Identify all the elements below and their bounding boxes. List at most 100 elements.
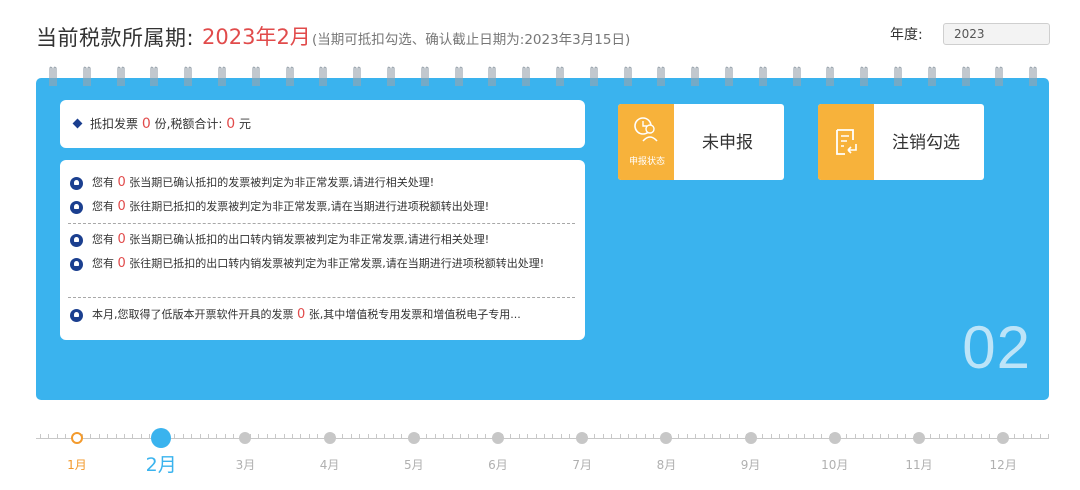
month-label[interactable]: 2月 xyxy=(141,450,181,477)
declaration-status-tile[interactable]: 申报状态 未申报 xyxy=(618,104,784,180)
binder-ring xyxy=(48,64,58,90)
month-dot[interactable] xyxy=(71,432,83,444)
timeline-tick xyxy=(308,434,310,439)
binder-ring xyxy=(521,64,531,90)
timeline-tick xyxy=(392,434,394,439)
timeline-tick xyxy=(779,434,781,439)
timeline-tick xyxy=(426,434,428,439)
timeline-tick xyxy=(863,434,865,439)
timeline-tick xyxy=(115,434,117,439)
month-label[interactable]: 5月 xyxy=(394,456,434,473)
month-dot[interactable] xyxy=(660,432,673,444)
timeline-tick xyxy=(359,434,361,439)
month-dot[interactable] xyxy=(323,432,336,444)
timeline-tick xyxy=(40,434,41,439)
binder-ring xyxy=(183,64,193,90)
binder-ring xyxy=(149,64,159,90)
status-icon-caption: 申报状态 xyxy=(628,157,665,167)
bell-icon xyxy=(70,234,83,247)
timeline-tick xyxy=(544,434,545,439)
bell-icon xyxy=(70,177,83,190)
timeline-tick xyxy=(434,434,436,439)
notice-item[interactable]: 您有 0 张当期已确认抵扣的出口转内销发票被判定为非正常发票,请进行相关处理! xyxy=(68,233,573,247)
month-label[interactable]: 6月 xyxy=(478,456,518,473)
month-dot[interactable] xyxy=(828,432,841,444)
timeline-tick xyxy=(955,434,957,439)
notice-item[interactable]: 您有 0 张往期已抵扣的出口转内销发票被判定为非正常发票,请在当期进行进项税额转… xyxy=(68,257,573,271)
timeline-tick xyxy=(720,434,722,439)
month-label[interactable]: 10月 xyxy=(815,456,855,473)
diamond-icon xyxy=(72,118,83,129)
timeline-tick xyxy=(460,434,461,439)
month-label[interactable]: 3月 xyxy=(225,456,265,473)
timeline-tick xyxy=(485,434,487,439)
timeline-tick xyxy=(569,434,571,439)
binder-ring xyxy=(724,64,734,90)
binder-ring xyxy=(994,64,1004,90)
timeline-tick xyxy=(762,434,764,439)
divider xyxy=(68,223,575,224)
notice-item[interactable]: 本月,您取得了低版本开票软件开具的发票 0 张,其中增值税专用发票和增值税电子专… xyxy=(68,308,573,322)
timeline-tick xyxy=(468,434,470,439)
timeline-tick xyxy=(796,434,797,439)
timeline-tick xyxy=(300,434,302,439)
timeline-tick xyxy=(938,434,940,439)
timeline-tick xyxy=(140,434,142,439)
timeline-tick xyxy=(980,434,982,439)
binder-ring xyxy=(859,64,869,90)
month-label[interactable]: 12月 xyxy=(983,456,1023,473)
period-label: 当前税款所属期: xyxy=(36,26,195,50)
notice-item[interactable]: 您有 0 张往期已抵扣的发票被判定为非正常发票,请在当期进行进项税额转出处理! xyxy=(68,200,573,214)
timeline-tick xyxy=(317,434,319,439)
calendar-panel: 抵扣发票 0 份,税额合计: 0 元 您有 0 张当期已确认抵扣的发票被判定为非… xyxy=(36,78,1049,400)
notice-item[interactable]: 您有 0 张当期已确认抵扣的发票被判定为非正常发票,请进行相关处理! xyxy=(68,176,573,190)
month-label[interactable]: 1月 xyxy=(57,456,97,473)
month-label[interactable]: 7月 xyxy=(562,456,602,473)
timeline-tick xyxy=(989,434,991,439)
timeline-tick xyxy=(871,434,873,439)
month-dot[interactable] xyxy=(576,432,589,444)
timeline-tick xyxy=(594,434,596,439)
timeline-tick xyxy=(1022,434,1024,439)
timeline-tick xyxy=(1014,434,1016,439)
binder-ring xyxy=(217,64,227,90)
month-label[interactable]: 11月 xyxy=(899,456,939,473)
timeline-tick xyxy=(174,434,176,439)
cancel-selection-tile[interactable]: 注销勾选 xyxy=(818,104,984,180)
timeline-tick xyxy=(636,434,638,439)
timeline-tick xyxy=(695,434,697,439)
month-label[interactable]: 9月 xyxy=(731,456,771,473)
timeline-tick xyxy=(821,434,823,439)
cancel-selection-label: 注销勾选 xyxy=(892,133,960,153)
binder-ring xyxy=(318,64,328,90)
month-label[interactable]: 4月 xyxy=(310,456,350,473)
deadline-note: (当期可抵扣勾选、确认截止日期为:2023年3月15日) xyxy=(312,32,631,48)
month-dot[interactable] xyxy=(913,432,925,444)
month-label[interactable]: 8月 xyxy=(646,456,686,473)
month-dot[interactable] xyxy=(407,432,420,444)
bell-icon xyxy=(70,258,83,271)
timeline-tick xyxy=(48,434,50,439)
binder-ring xyxy=(690,64,700,90)
cancel-icon-box xyxy=(818,104,874,180)
bell-icon xyxy=(70,309,83,322)
month-dot[interactable] xyxy=(239,432,252,444)
timeline-tick xyxy=(266,434,268,439)
month-dot[interactable] xyxy=(492,432,504,444)
month-dot[interactable] xyxy=(744,432,757,444)
declaration-status-label: 未申报 xyxy=(702,133,753,153)
header: 当前税款所属期: 2023年2月 (当期可抵扣勾选、确认截止日期为:2023年3… xyxy=(36,20,1050,56)
year-select[interactable]: 2023 xyxy=(943,23,1050,45)
binder-ring xyxy=(420,64,430,90)
timeline-tick xyxy=(367,434,369,439)
current-month-number: 02 xyxy=(962,314,1031,381)
month-dot[interactable] xyxy=(151,428,172,448)
timeline-tick xyxy=(149,434,151,439)
timeline-tick xyxy=(896,434,898,439)
timeline-tick xyxy=(905,434,907,439)
timeline-tick xyxy=(611,434,613,439)
timeline-tick xyxy=(476,434,478,439)
timeline-tick xyxy=(880,434,881,439)
month-dot[interactable] xyxy=(997,432,1010,444)
timeline-tick xyxy=(947,434,949,439)
